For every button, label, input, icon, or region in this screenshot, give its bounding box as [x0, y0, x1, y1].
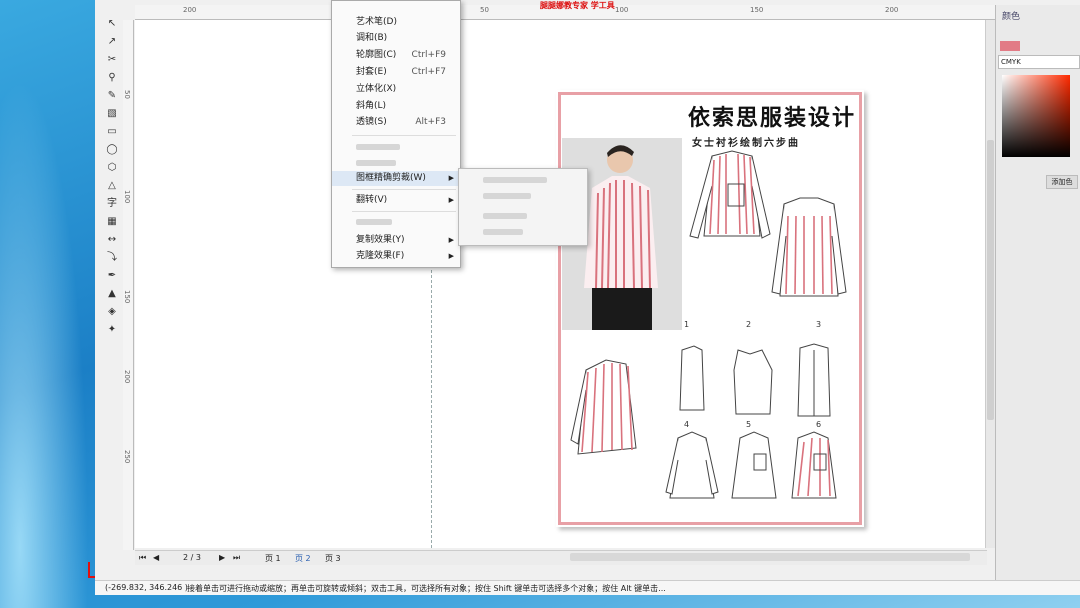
rectangle-tool-icon[interactable]: ▭	[104, 124, 120, 140]
submenu-arrow-icon: ▶	[448, 174, 454, 182]
cursor-coordinates: (-269.832, 346.246 )	[105, 583, 188, 592]
document-title: 依索思服装设计	[687, 105, 856, 131]
submenu-item[interactable]	[483, 193, 531, 199]
menu-separator	[352, 135, 456, 136]
video-watermark: 腿腿娜教专家 学工具	[540, 1, 615, 10]
menu-item-clone-effect[interactable]: 克隆效果(F) ▶	[332, 249, 460, 264]
powerclip-submenu	[458, 168, 588, 246]
vertical-ruler: 50 100 150 200 250	[123, 20, 134, 550]
add-color-button[interactable]: 添加色	[1046, 175, 1078, 189]
step-number: 3	[816, 320, 822, 329]
step-number: 2	[746, 320, 752, 329]
vertical-scroll-thumb[interactable]	[987, 140, 994, 420]
outline-tool-icon[interactable]: ▲	[104, 286, 120, 302]
table-tool-icon[interactable]: ▦	[104, 214, 120, 230]
menu-item-bevel[interactable]: 斜角(L)	[332, 99, 460, 114]
menu-item-disabled	[332, 155, 460, 170]
polygon-tool-icon[interactable]: ⬡	[104, 160, 120, 176]
next-page-icon[interactable]: ▶	[219, 553, 225, 562]
color-picker-area[interactable]	[1002, 75, 1070, 157]
fill-tool-icon[interactable]: ◈	[104, 304, 120, 320]
submenu-item[interactable]	[483, 229, 523, 235]
desktop-wallpaper	[0, 0, 100, 608]
shape-tool-icon[interactable]: ↗	[104, 34, 120, 50]
shirt-illustrations	[689, 150, 847, 297]
tab-page-2[interactable]: 页 2	[295, 553, 311, 564]
submenu-item[interactable]	[483, 177, 547, 183]
first-page-icon[interactable]: ⏮	[139, 553, 146, 563]
dimension-tool-icon[interactable]: ↔	[104, 232, 120, 248]
color-model-select[interactable]: CMYK	[998, 55, 1080, 69]
eyedropper-tool-icon[interactable]: ✒	[104, 268, 120, 284]
submenu-arrow-icon: ▶	[448, 236, 454, 244]
status-bar: (-269.832, 346.246 ) 接着单击可进行拖动或缩放；再单击可旋转…	[95, 580, 1080, 595]
design-page[interactable]: 依索思服装设计 女士衬衫绘制六步曲 1 2 3 4 5 6	[556, 90, 864, 527]
menu-item-blend[interactable]: 调和(B)	[332, 31, 460, 46]
basic-shapes-tool-icon[interactable]: △	[104, 178, 120, 194]
menu-item-flip[interactable]: 翻转(V) ▶	[332, 193, 460, 208]
status-hint: 接着单击可进行拖动或缩放；再单击可旋转或倾斜；双击工具，可选择所有对象；按住 S…	[187, 584, 666, 593]
page-counter: 2 / 3	[183, 553, 201, 562]
connector-tool-icon[interactable]: ⤵	[104, 250, 120, 266]
step-drawings	[570, 343, 837, 499]
tab-page-1[interactable]: 页 1	[265, 553, 281, 564]
smart-fill-tool-icon[interactable]: ▧	[104, 106, 120, 122]
last-page-icon[interactable]: ⏭	[233, 553, 240, 563]
menu-item-disabled	[332, 139, 460, 154]
zoom-tool-icon[interactable]: ⚲	[104, 70, 120, 86]
menu-item-lens[interactable]: 透镜(S) Alt+F3	[332, 115, 460, 130]
crop-tool-icon[interactable]: ✂	[104, 52, 120, 68]
ellipse-tool-icon[interactable]: ◯	[104, 142, 120, 158]
current-color-swatch[interactable]	[1000, 41, 1020, 51]
menu-separator	[352, 211, 456, 212]
menu-item-envelope[interactable]: 封套(E) Ctrl+F7	[332, 65, 460, 80]
interactive-fill-tool-icon[interactable]: ✦	[104, 322, 120, 338]
toolbox: ↖ ↗ ✂ ⚲ ✎ ▧ ▭ ◯ ⬡ △ 字 ▦ ↔ ⤵ ✒ ▲ ◈ ✦	[101, 14, 123, 344]
menu-item-artistic-media[interactable]: 艺术笔(D)	[332, 15, 460, 30]
horizontal-scrollbar[interactable]	[570, 553, 970, 561]
select-tool-icon[interactable]: ↖	[104, 16, 120, 32]
prev-page-icon[interactable]: ◀	[153, 553, 159, 562]
freehand-tool-icon[interactable]: ✎	[104, 88, 120, 104]
submenu-arrow-icon: ▶	[448, 196, 454, 204]
menu-item-disabled	[332, 214, 460, 229]
submenu-arrow-icon: ▶	[448, 252, 454, 260]
menu-item-copy-effect[interactable]: 复制效果(Y) ▶	[332, 233, 460, 248]
tab-page-3[interactable]: 页 3	[325, 553, 341, 564]
text-tool-icon[interactable]: 字	[104, 196, 120, 212]
effects-menu: 艺术笔(D) 调和(B) 轮廓图(C) Ctrl+F9 封套(E) Ctrl+F7 …	[331, 0, 461, 268]
menu-item-contour[interactable]: 轮廓图(C) Ctrl+F9	[332, 48, 460, 63]
step-number: 1	[684, 320, 690, 329]
menu-separator	[352, 189, 456, 190]
submenu-item[interactable]	[483, 213, 527, 219]
menu-item-powerclip[interactable]: 图框精确剪裁(W) ▶	[332, 171, 460, 186]
menu-item-extrude[interactable]: 立体化(X)	[332, 82, 460, 97]
docker-title: 颜色	[1002, 12, 1021, 22]
color-docker: 颜色 CMYK 添加色	[995, 5, 1080, 580]
